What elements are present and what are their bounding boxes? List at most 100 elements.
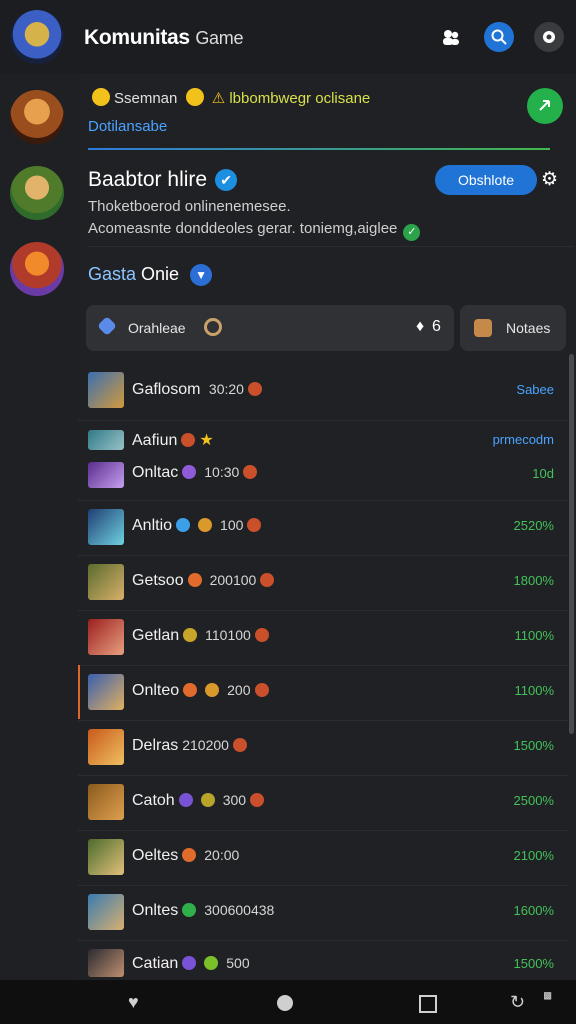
check-icon: ✓	[403, 224, 421, 241]
people-icon[interactable]	[436, 22, 466, 52]
game-thumbnail	[88, 784, 124, 820]
list-item[interactable]: Gaflosom 30:20 Sabee	[78, 360, 568, 421]
list-item[interactable]: Onltes 300600438 1600%	[78, 885, 568, 941]
list-item[interactable]: Delras 210200 1500%	[78, 720, 568, 776]
badge-icon	[183, 683, 198, 697]
refresh-icon[interactable]: ↻	[510, 992, 525, 1013]
keyboard-icon[interactable]: ▩	[544, 988, 551, 1003]
gem-icon	[97, 316, 117, 336]
badge-icon	[247, 382, 262, 396]
badge-icon	[254, 628, 269, 642]
game-thumbnail	[88, 729, 124, 765]
list-item[interactable]: Aafiun ★ prmecodm	[78, 420, 568, 458]
post-action-button[interactable]: Obshlote	[435, 165, 537, 195]
main-panel: Ssemnan ⚠ lbbombwegr oclisane Dotilansab…	[78, 74, 576, 980]
coin-icon	[205, 683, 220, 697]
badge-icon	[182, 956, 197, 970]
list-item[interactable]: Oeltes 20:00 2100%	[78, 830, 568, 886]
smile-emoji-icon	[92, 88, 110, 106]
game-thumbnail	[88, 372, 124, 408]
badge-icon	[250, 793, 265, 807]
post-title: Baabtor hlire ✔	[88, 168, 238, 192]
game-thumbnail	[88, 509, 124, 545]
divider	[88, 246, 574, 247]
coin-icon	[200, 793, 215, 807]
badge-icon	[187, 573, 202, 587]
badge-icon	[232, 738, 247, 752]
game-thumbnail	[88, 564, 124, 600]
settings-icon[interactable]	[534, 22, 564, 52]
coin-icon	[198, 518, 213, 532]
tab-orahleae[interactable]: Orahleae ♦ 6	[86, 305, 454, 351]
row-value: 1100%	[514, 683, 554, 698]
badge-icon	[254, 683, 269, 697]
recent-apps-icon[interactable]	[419, 995, 437, 1013]
row-value: 1500%	[513, 956, 554, 971]
neutral-emoji-icon	[185, 88, 204, 106]
verified-icon: ✔	[215, 169, 238, 191]
badge-icon	[260, 573, 275, 587]
game-thumbnail	[88, 949, 124, 977]
treasure-icon	[474, 319, 492, 337]
community-rail	[0, 74, 78, 980]
heart-icon[interactable]: ♥	[128, 992, 139, 1013]
game-thumbnail	[88, 462, 124, 488]
warning-icon: ⚠	[211, 90, 226, 107]
community-avatar[interactable]	[10, 242, 64, 296]
chevron-down-icon[interactable]: ▼	[190, 264, 213, 286]
coin-icon	[183, 628, 198, 642]
list-item[interactable]: Getlan 110100 1100%	[78, 610, 568, 666]
post-text: Thoketboerod onlinenemesee.	[88, 198, 291, 215]
badge-icon	[182, 848, 197, 862]
list-item[interactable]: Anltio 100 2520%	[78, 500, 568, 556]
game-thumbnail	[88, 839, 124, 875]
gear-icon[interactable]: ⚙	[541, 168, 558, 191]
list-item[interactable]: Onltac 10:30 10d	[78, 458, 568, 501]
row-value: prmecodm	[492, 432, 554, 447]
home-icon[interactable]	[277, 995, 293, 1011]
row-value: 1100%	[514, 628, 554, 643]
scrollbar[interactable]	[569, 354, 574, 734]
badge-icon	[182, 465, 197, 479]
list-item[interactable]: Catoh 300 2500%	[78, 775, 568, 831]
badge-icon	[182, 903, 197, 917]
ring-icon	[204, 318, 222, 336]
row-value: 2500%	[513, 793, 554, 808]
row-value: 2520%	[513, 518, 554, 533]
group-title[interactable]: Gasta Onie ▼	[88, 264, 213, 286]
community-avatar[interactable]	[10, 166, 64, 220]
badge-icon	[176, 518, 191, 532]
game-thumbnail	[88, 674, 124, 710]
search-icon[interactable]	[484, 22, 514, 52]
app-header: Komunitas Game	[0, 0, 576, 74]
badge-icon	[181, 433, 196, 447]
notification-text: Ssemnan ⚠ lbbombwegr oclisane	[88, 88, 370, 107]
call-button[interactable]	[527, 88, 563, 124]
page-title: Komunitas Game	[84, 26, 244, 49]
star-icon: ★	[199, 432, 214, 449]
community-avatar[interactable]	[10, 90, 64, 144]
system-nav-bar: ♥ ↻ ▩	[0, 980, 576, 1024]
row-value: 2100%	[513, 848, 554, 863]
game-thumbnail	[88, 894, 124, 930]
list-item[interactable]: Getsoo 200100 1800%	[78, 555, 568, 611]
game-thumbnail	[88, 619, 124, 655]
row-value: 1500%	[513, 738, 554, 753]
game-thumbnail	[88, 430, 124, 450]
post-text: Acomeasnte donddeoles gerar. toniemg,aig…	[88, 220, 421, 241]
badge-icon	[243, 465, 258, 479]
selected-indicator	[78, 665, 80, 719]
lock-icon: ♦	[416, 318, 425, 335]
app-avatar[interactable]	[10, 10, 64, 64]
row-value: 1600%	[513, 903, 554, 918]
badge-icon	[178, 793, 193, 807]
badge-icon	[247, 518, 262, 532]
divider	[88, 148, 550, 150]
tab-notaes[interactable]: Notaes	[460, 305, 566, 351]
list-item[interactable]: Onlteo 200 1100%	[78, 665, 568, 721]
coin-icon	[204, 956, 219, 970]
row-value: 10d	[532, 466, 554, 481]
row-value: Sabee	[516, 382, 554, 397]
row-value: 1800%	[513, 573, 554, 588]
notification-link[interactable]: Dotilansabe	[88, 118, 167, 135]
